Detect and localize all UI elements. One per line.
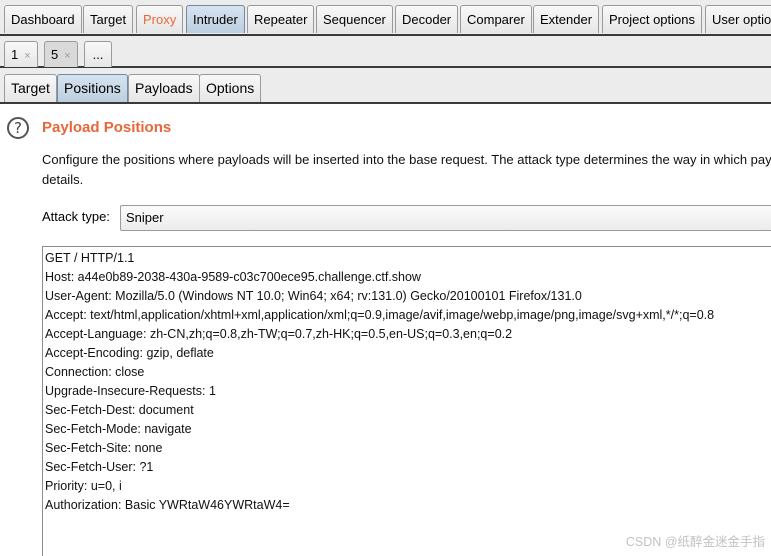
attack-tab-bar: 1 × 5 × ... (0, 36, 771, 68)
tab-repeater[interactable]: Repeater (247, 5, 315, 33)
attack-tab-1[interactable]: 1 × (4, 41, 38, 67)
tab-extender[interactable]: Extender (533, 5, 600, 33)
tab-proxy[interactable]: Proxy (136, 5, 184, 33)
tab-user-options[interactable]: User optio (705, 5, 771, 33)
close-icon[interactable]: × (24, 50, 30, 62)
tab-dashboard[interactable]: Dashboard (4, 5, 82, 33)
burp-intruder-window: Dashboard Target Proxy Intruder Repeater… (0, 0, 771, 556)
section-title: Payload Positions (42, 119, 172, 136)
request-line: Upgrade-Insecure-Requests: 1 (45, 384, 216, 398)
tab-target[interactable]: Target (83, 5, 134, 33)
request-line: Connection: close (45, 365, 145, 379)
request-line: Sec-Fetch-Dest: document (45, 403, 194, 417)
request-line: Host: a44e0b89-2038-430a-9589-c03c700ece… (45, 270, 421, 284)
section-description: Configure the positions where payloads w… (42, 152, 771, 187)
request-line: Sec-Fetch-Mode: navigate (45, 422, 192, 436)
help-icon[interactable]: ? (7, 117, 29, 139)
attack-tab-5[interactable]: 5 × (44, 41, 78, 67)
subtab-positions[interactable]: Positions (57, 74, 128, 102)
subtab-options[interactable]: Options (199, 74, 262, 102)
intruder-sub-tab-bar: Target Positions Payloads Options (0, 68, 771, 104)
tab-project-options[interactable]: Project options (602, 5, 702, 33)
tab-intruder[interactable]: Intruder (186, 5, 245, 33)
request-line: Sec-Fetch-Site: none (45, 441, 163, 455)
request-line: User-Agent: Mozilla/5.0 (Windows NT 10.0… (45, 289, 582, 303)
subtab-payloads[interactable]: Payloads (128, 74, 200, 102)
attack-tab-label: 1 (11, 47, 19, 62)
request-editor[interactable]: GET / HTTP/1.1 Host: a44e0b89-2038-430a-… (42, 246, 771, 556)
request-line: Priority: u=0, i (45, 479, 122, 493)
request-line: Accept-Language: zh-CN,zh;q=0.8,zh-TW;q=… (45, 327, 513, 341)
tab-decoder[interactable]: Decoder (395, 5, 459, 33)
request-line: GET / HTTP/1.1 (45, 251, 135, 265)
request-line: Sec-Fetch-User: ?1 (45, 460, 154, 474)
attack-tab-label: 5 (51, 47, 59, 62)
request-line: Accept-Encoding: gzip, deflate (45, 346, 214, 360)
request-line: Authorization: Basic YWRtaW46YWRtaW4= (45, 498, 290, 512)
attack-type-select[interactable]: Sniper (120, 205, 771, 231)
subtab-target[interactable]: Target (4, 74, 57, 102)
attack-type-label: Attack type: (42, 209, 110, 224)
new-tab-button[interactable]: ... (84, 41, 112, 67)
tab-sequencer[interactable]: Sequencer (316, 5, 393, 33)
request-line: Accept: text/html,application/xhtml+xml,… (45, 308, 715, 322)
watermark: CSDN @纸醉金迷金手指 (625, 535, 765, 549)
main-tab-bar: Dashboard Target Proxy Intruder Repeater… (0, 0, 771, 36)
close-icon[interactable]: × (64, 50, 70, 62)
tab-comparer[interactable]: Comparer (460, 5, 532, 33)
